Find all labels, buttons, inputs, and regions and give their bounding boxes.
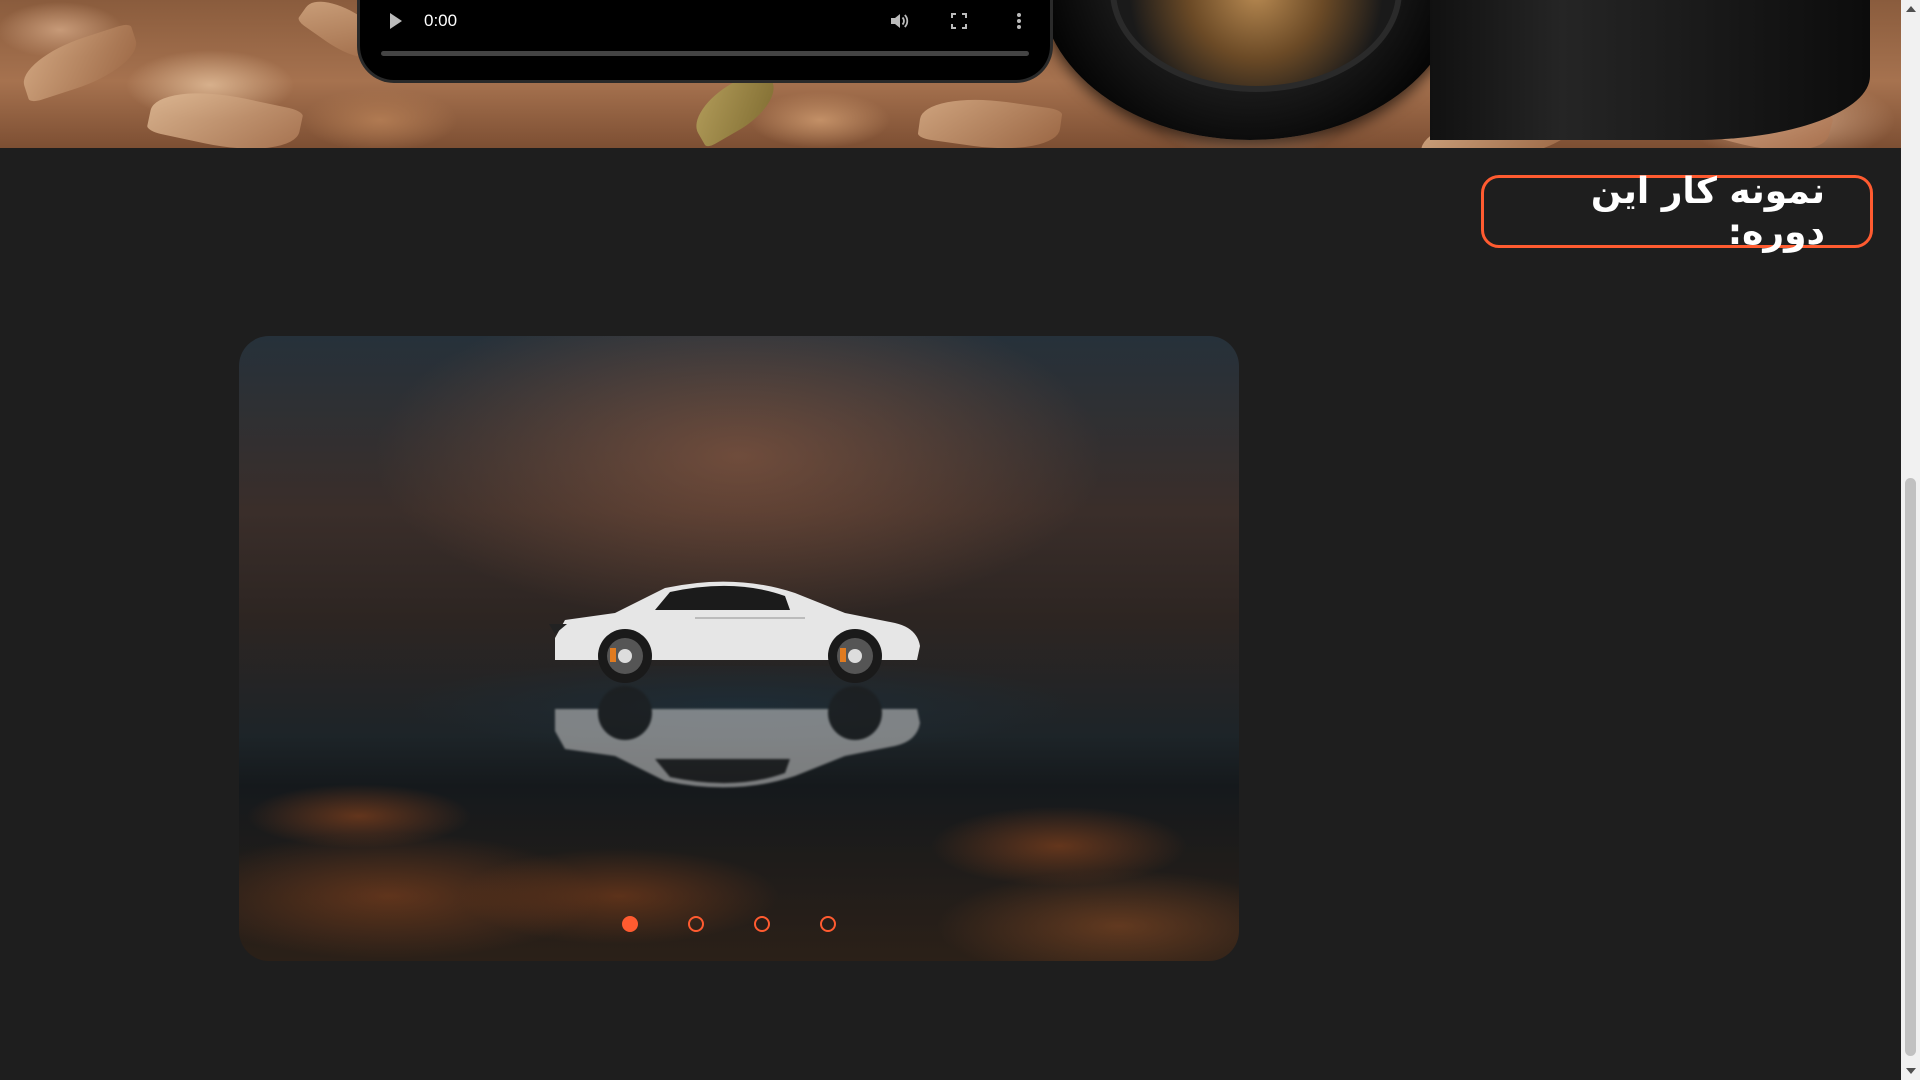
fullscreen-icon[interactable]: [948, 10, 970, 32]
play-icon[interactable]: [390, 13, 402, 29]
slider-dot-2[interactable]: [688, 916, 704, 932]
scroll-down-arrow-icon[interactable]: [1906, 1068, 1916, 1074]
slider-dot-4[interactable]: [820, 916, 836, 932]
slider-pagination: [239, 916, 1239, 932]
slider-dot-3[interactable]: [754, 916, 770, 932]
more-options-icon[interactable]: [1008, 10, 1030, 32]
car-reflection: [555, 686, 920, 788]
video-time: 0:00: [424, 11, 458, 30]
video-progress-bar[interactable]: [381, 51, 1029, 56]
page-scrollbar[interactable]: [1901, 0, 1920, 1080]
video-controls: 0:00: [380, 8, 1030, 34]
leaf-decoration: [146, 79, 304, 148]
scrollbar-thumb[interactable]: [1905, 478, 1916, 1056]
camera-body-image: [1430, 0, 1870, 140]
leaf-decoration: [917, 90, 1063, 148]
volume-icon[interactable]: [888, 10, 910, 32]
video-player[interactable]: 0:00: [360, 0, 1050, 80]
section-title: نمونه کار این دوره:: [1481, 171, 1873, 253]
car-photo: [549, 581, 920, 683]
slider-dot-1[interactable]: [622, 916, 638, 932]
scroll-up-arrow-icon[interactable]: [1906, 6, 1916, 12]
portfolio-slider[interactable]: [239, 336, 1239, 961]
leaf-decoration: [15, 22, 145, 104]
camera-lens-image: [1040, 0, 1460, 140]
